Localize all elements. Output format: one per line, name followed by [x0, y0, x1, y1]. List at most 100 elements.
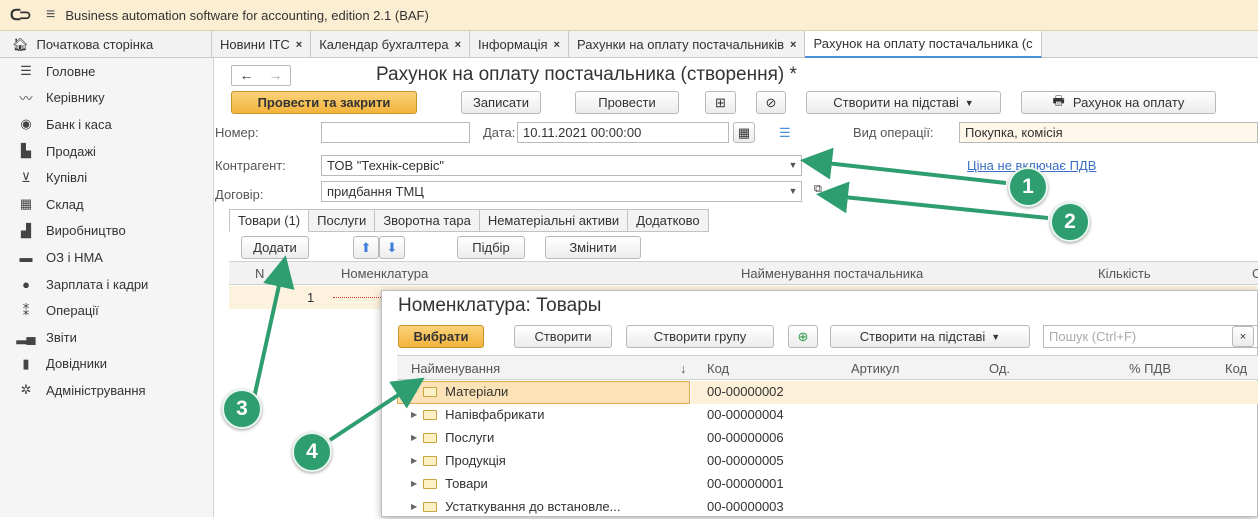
sidebar-item-sales[interactable]: ▙ Продажі — [0, 138, 213, 165]
bank-icon: ◉ — [20, 116, 32, 132]
callout-badge: 1 — [1008, 167, 1048, 207]
list-item[interactable]: ▶ Продукція 00-00000005 — [397, 450, 1258, 473]
tab-home[interactable]: 🏠︎ Початкова сторінка — [0, 31, 212, 58]
sidebar-item-bank[interactable]: ◉ Банк і каса — [0, 111, 213, 138]
expand-icon[interactable]: ▶ — [411, 387, 417, 396]
sidebar-item-administration[interactable]: ✲ Адміністрування — [0, 377, 213, 404]
column-supplier-name: Найменування постачальника — [741, 266, 924, 281]
cart-icon: ⊻ — [21, 169, 31, 185]
sales-icon: ▙ — [21, 143, 31, 159]
tab-supplier-invoice-current[interactable]: Рахунок на оплату постачальника (с — [805, 31, 1042, 58]
search-input[interactable]: Пошук (Ctrl+F) — [1043, 325, 1258, 348]
sidebar-item-assets[interactable]: ▬ ОЗ і НМА — [0, 244, 213, 271]
create-based-on-button[interactable]: Створити на підставі ▼ — [806, 91, 1001, 114]
open-icon[interactable]: ⧉ — [814, 157, 822, 170]
title-bar: ᑕ⊃ ≡ Business automation software for ac… — [0, 0, 1258, 31]
folder-icon — [423, 386, 438, 397]
sort-down-icon[interactable]: ↓ — [680, 361, 687, 376]
forward-arrow-icon[interactable]: → — [261, 66, 290, 85]
close-icon[interactable]: × — [554, 39, 560, 51]
column-vat: % ПДВ — [1129, 361, 1171, 376]
close-icon[interactable]: × — [455, 39, 461, 51]
expand-icon[interactable]: ▶ — [411, 502, 417, 511]
calendar-icon[interactable]: ▦ — [733, 122, 755, 143]
select-button[interactable]: Вибрати — [398, 325, 484, 348]
create-group-button[interactable]: Створити групу — [626, 325, 774, 348]
close-icon[interactable]: × — [790, 39, 796, 51]
change-button[interactable]: Змінити — [545, 236, 641, 259]
create-button[interactable]: Створити — [514, 325, 612, 348]
sidebar-item-reports[interactable]: ▂▄ Звіти — [0, 324, 213, 351]
tab-returnable-packaging[interactable]: Зворотна тара — [375, 209, 480, 232]
operations-icon: ⁑ — [22, 302, 30, 318]
save-button[interactable]: Записати — [461, 91, 541, 114]
calculator-icon[interactable]: ☰ — [779, 125, 791, 141]
paperclip-icon[interactable]: ⊘ — [756, 91, 786, 114]
operation-type-field[interactable]: Покупка, комісія — [959, 122, 1258, 143]
expand-icon[interactable]: ▶ — [411, 433, 417, 442]
expand-icon[interactable]: ▶ — [411, 479, 417, 488]
sidebar-item-production[interactable]: ▟ Виробництво — [0, 218, 213, 245]
column-article: Артикул — [851, 361, 900, 376]
counterparty-field[interactable]: ТОВ "Технік-сервіс" — [321, 155, 802, 176]
add-button[interactable]: Додати — [241, 236, 309, 259]
structure-icon[interactable]: ⊞ — [705, 91, 736, 114]
column-code: Код — [707, 361, 730, 376]
open-icon[interactable]: ⧉ — [814, 183, 822, 196]
hamburger-menu-icon[interactable]: ≡ — [46, 6, 55, 24]
sidebar-item-manager[interactable]: 〰 Керівнику — [0, 85, 213, 112]
home-icon: 🏠︎ — [12, 36, 29, 52]
clear-search-icon[interactable]: × — [1232, 326, 1254, 347]
back-arrow-icon[interactable]: ← — [232, 66, 261, 85]
chevron-down-icon: ▼ — [964, 97, 974, 108]
callout-badge: 3 — [222, 389, 262, 429]
column-item: Номенклатура — [341, 266, 429, 281]
logo-icon[interactable]: ᑕ⊃ — [10, 6, 40, 24]
folder-icon — [423, 455, 438, 466]
contract-field[interactable]: придбання ТМЦ — [321, 181, 802, 202]
excel-icon[interactable]: ⊕ — [788, 325, 818, 348]
app-title: Business automation software for account… — [65, 7, 429, 23]
tab-supplier-invoices[interactable]: Рахунки на оплату постачальників × — [569, 31, 806, 58]
menu-icon: ☰ — [20, 63, 32, 79]
sidebar-item-operations[interactable]: ⁑ Операції — [0, 297, 213, 324]
move-down-icon[interactable]: ⬇ — [379, 236, 405, 259]
number-field[interactable] — [321, 122, 470, 143]
popup-create-based-on-button[interactable]: Створити на підставі ▼ — [830, 325, 1030, 348]
sidebar-item-salary[interactable]: ● Зарплата і кадри — [0, 271, 213, 298]
tabs-bar: 🏠︎ Початкова сторінка Новини ІТС × Календа… — [0, 31, 1258, 58]
tab-accountant-calendar[interactable]: Календар бухгалтера × — [311, 31, 471, 58]
list-item[interactable]: ▶ Товари 00-00000001 — [397, 473, 1258, 496]
list-item[interactable]: ▶ Напівфабрикати 00-00000004 — [397, 404, 1258, 427]
post-and-close-button[interactable]: Провести та закрити — [231, 91, 417, 114]
tab-goods[interactable]: Товари (1) — [229, 209, 310, 232]
list-item[interactable]: ▶ Матеріали 00-00000002 — [397, 381, 1258, 404]
tab-information[interactable]: Інформація × — [470, 31, 569, 58]
expand-icon[interactable]: ▶ — [411, 456, 417, 465]
sidebar-item-directories[interactable]: ▮ Довідники — [0, 351, 213, 378]
sidebar-item-warehouse[interactable]: ▦ Склад — [0, 191, 213, 218]
sidebar-item-main[interactable]: ☰ Головне — [0, 58, 213, 85]
column-name: Найменування — [411, 361, 501, 376]
tab-its-news[interactable]: Новини ІТС × — [212, 31, 312, 58]
chevron-down-icon[interactable]: ▼ — [785, 182, 801, 201]
gear-icon: ✲ — [20, 382, 32, 398]
chevron-down-icon[interactable]: ▼ — [785, 156, 801, 175]
close-icon[interactable]: × — [296, 39, 302, 51]
column-quantity: Кількість — [1098, 266, 1151, 281]
tab-intangible-assets[interactable]: Нематеріальні активи — [479, 209, 629, 232]
pick-button[interactable]: Підбір — [457, 236, 525, 259]
tab-additional[interactable]: Додатково — [628, 209, 709, 232]
folder-icon — [423, 432, 438, 443]
tab-services[interactable]: Послуги — [309, 209, 376, 232]
sidebar-item-purchases[interactable]: ⊻ Купівлі — [0, 164, 213, 191]
folder-icon — [423, 501, 438, 512]
form-title: Рахунок на оплату постачальника (створен… — [376, 64, 797, 85]
date-field[interactable]: 10.11.2021 00:00:00 — [517, 122, 729, 143]
expand-icon[interactable]: ▶ — [411, 410, 417, 419]
list-item[interactable]: ▶ Послуги 00-00000006 — [397, 427, 1258, 450]
list-item[interactable]: ▶ Устаткування до встановле... 00-0000000… — [397, 496, 1258, 519]
move-up-icon[interactable]: ⬆ — [353, 236, 379, 259]
post-button[interactable]: Провести — [575, 91, 679, 114]
print-invoice-button[interactable]: 🖶 Рахунок на оплату — [1021, 91, 1216, 114]
